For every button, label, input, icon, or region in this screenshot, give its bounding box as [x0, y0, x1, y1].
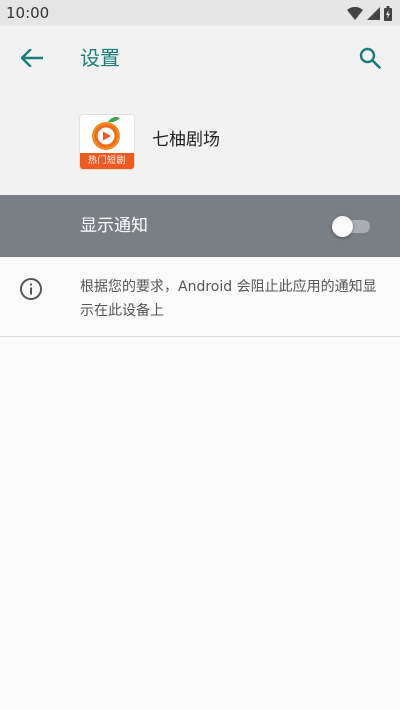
- arrow-back-icon: [21, 49, 43, 67]
- app-icon: 热门短剧: [80, 115, 134, 169]
- back-button[interactable]: [14, 42, 50, 74]
- show-notifications-row[interactable]: 显示通知: [0, 195, 400, 257]
- signal-icon: [367, 6, 380, 20]
- battery-icon: [384, 5, 392, 21]
- page-title: 设置: [80, 46, 120, 70]
- status-bar: 10:00: [0, 0, 400, 26]
- status-time: 10:00: [6, 4, 50, 22]
- app-header: 热门短剧 七柚剧场: [0, 90, 400, 195]
- wifi-icon: [347, 6, 363, 20]
- show-notifications-label: 显示通知: [80, 216, 148, 236]
- status-icons: [347, 5, 392, 21]
- switch-thumb: [332, 216, 353, 237]
- show-notifications-switch[interactable]: [332, 216, 370, 237]
- toolbar: 设置: [0, 26, 400, 90]
- blocked-info-row: 根据您的要求，Android 会阻止此应用的通知显示在此设备上: [0, 257, 400, 337]
- search-button[interactable]: [352, 40, 388, 76]
- info-icon: [19, 277, 43, 301]
- app-icon-graphic: [80, 115, 134, 153]
- search-icon: [359, 47, 381, 69]
- blocked-info-text: 根据您的要求，Android 会阻止此应用的通知显示在此设备上: [80, 279, 377, 319]
- app-name: 七柚剧场: [152, 130, 220, 150]
- settings-screen: 10:00 设置 热门短剧 七柚剧场 显示通知 根据您的要求，Android 会…: [0, 0, 400, 710]
- app-icon-band: 热门短剧: [80, 153, 134, 169]
